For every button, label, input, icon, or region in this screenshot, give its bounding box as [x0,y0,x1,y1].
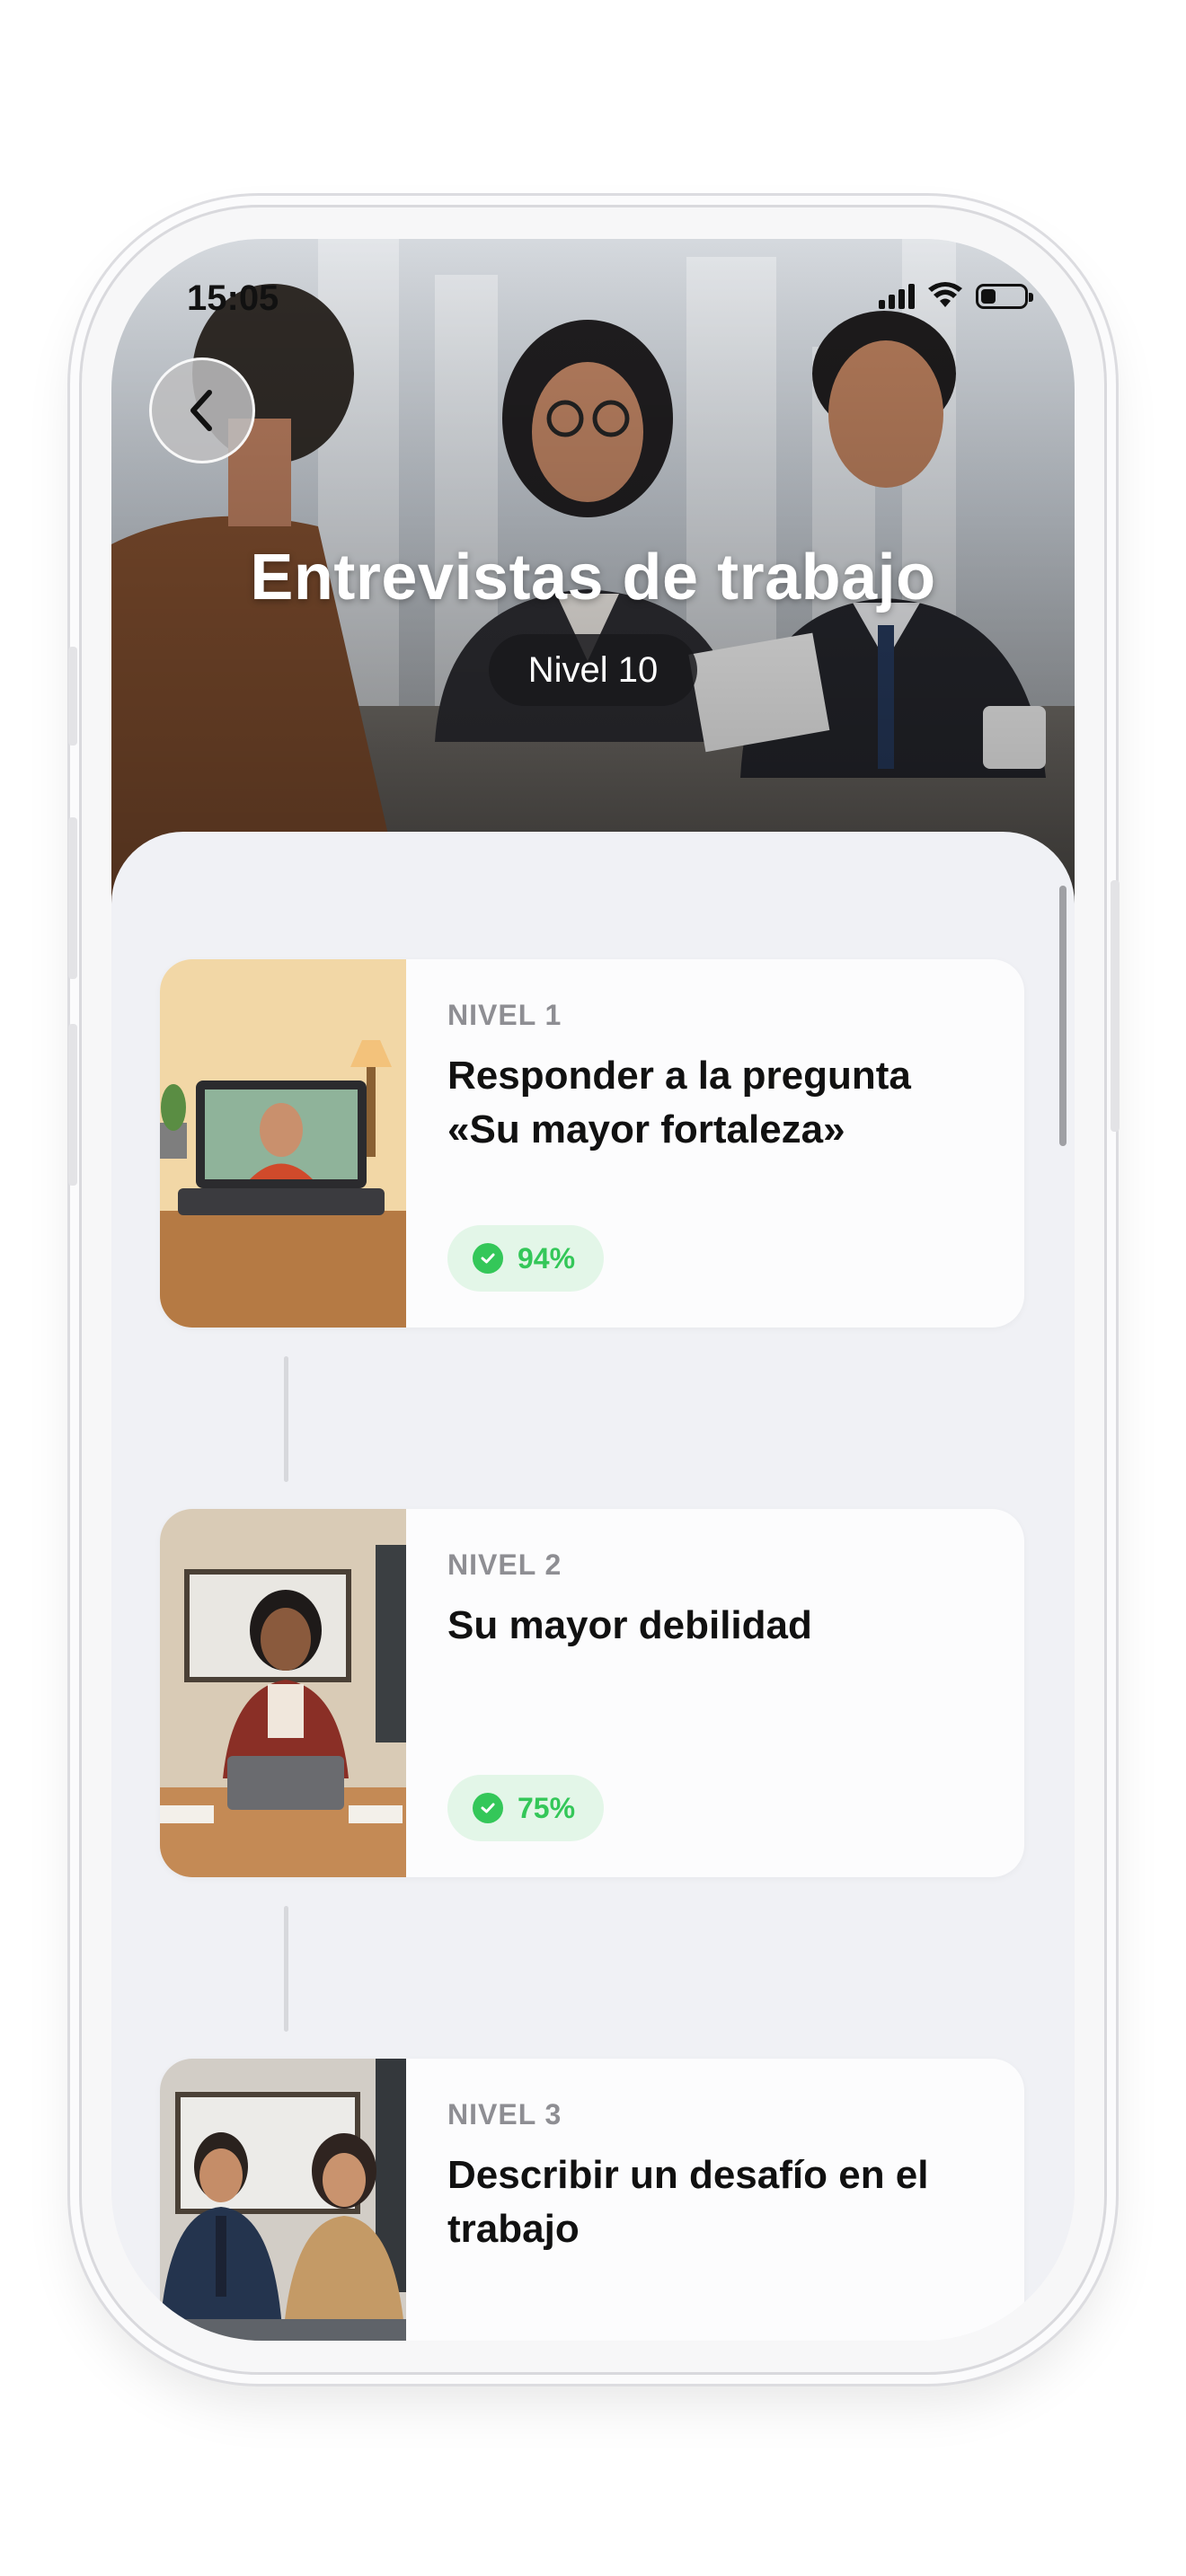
score-badge: 94% [447,1225,605,1292]
path-connector [284,1356,288,1482]
lesson-level: NIVEL 2 [447,1548,562,1581]
hero-image: 15:05 Entrevistas de trabajo Nivel 10 [111,239,1075,922]
status-icons [879,282,1033,309]
level-badge: Nivel 10 [489,634,697,706]
status-time: 15:05 [187,278,279,318]
score-value: 94% [518,1241,576,1275]
lesson-card[interactable]: NIVEL 2 Su mayor debilidad 75% [160,1509,1024,1877]
wifi-icon [928,282,962,307]
check-circle-icon [473,1243,503,1274]
lesson-level: NIVEL 3 [447,2098,562,2130]
lesson-title: Describir un desafío en el trabajo [447,2153,929,2251]
side-button [68,647,77,745]
lesson-card[interactable]: NIVEL 1 Responder a la pregunta «Su mayo… [160,959,1024,1328]
lesson-card[interactable]: NIVEL 3 Describir un desafío en el traba… [160,2059,1024,2341]
page-title: Entrevistas de trabajo [250,542,936,613]
signal-icon [879,282,915,309]
lesson-thumbnail [160,959,406,1328]
lesson-title: Su mayor debilidad [447,1603,812,1647]
scrollbar[interactable] [1059,886,1067,1146]
side-button [1111,880,1120,1132]
score-value: 75% [518,1791,576,1824]
app-screen: 15:05 Entrevistas de trabajo Nivel 10 NI… [111,239,1075,2341]
lesson-title: Responder a la pregunta «Su mayor fortal… [447,1054,911,1151]
battery-icon [976,284,1033,309]
back-button[interactable] [149,357,255,463]
check-circle-icon [473,1793,503,1823]
score-badge: 75% [447,1775,605,1841]
side-button [68,1024,77,1186]
side-button [68,817,77,979]
back-chevron-icon [190,390,212,431]
lesson-thumbnail [160,2059,406,2341]
lesson-level: NIVEL 1 [447,999,562,1031]
path-connector [284,1906,288,2032]
lesson-thumbnail [160,1509,406,1877]
